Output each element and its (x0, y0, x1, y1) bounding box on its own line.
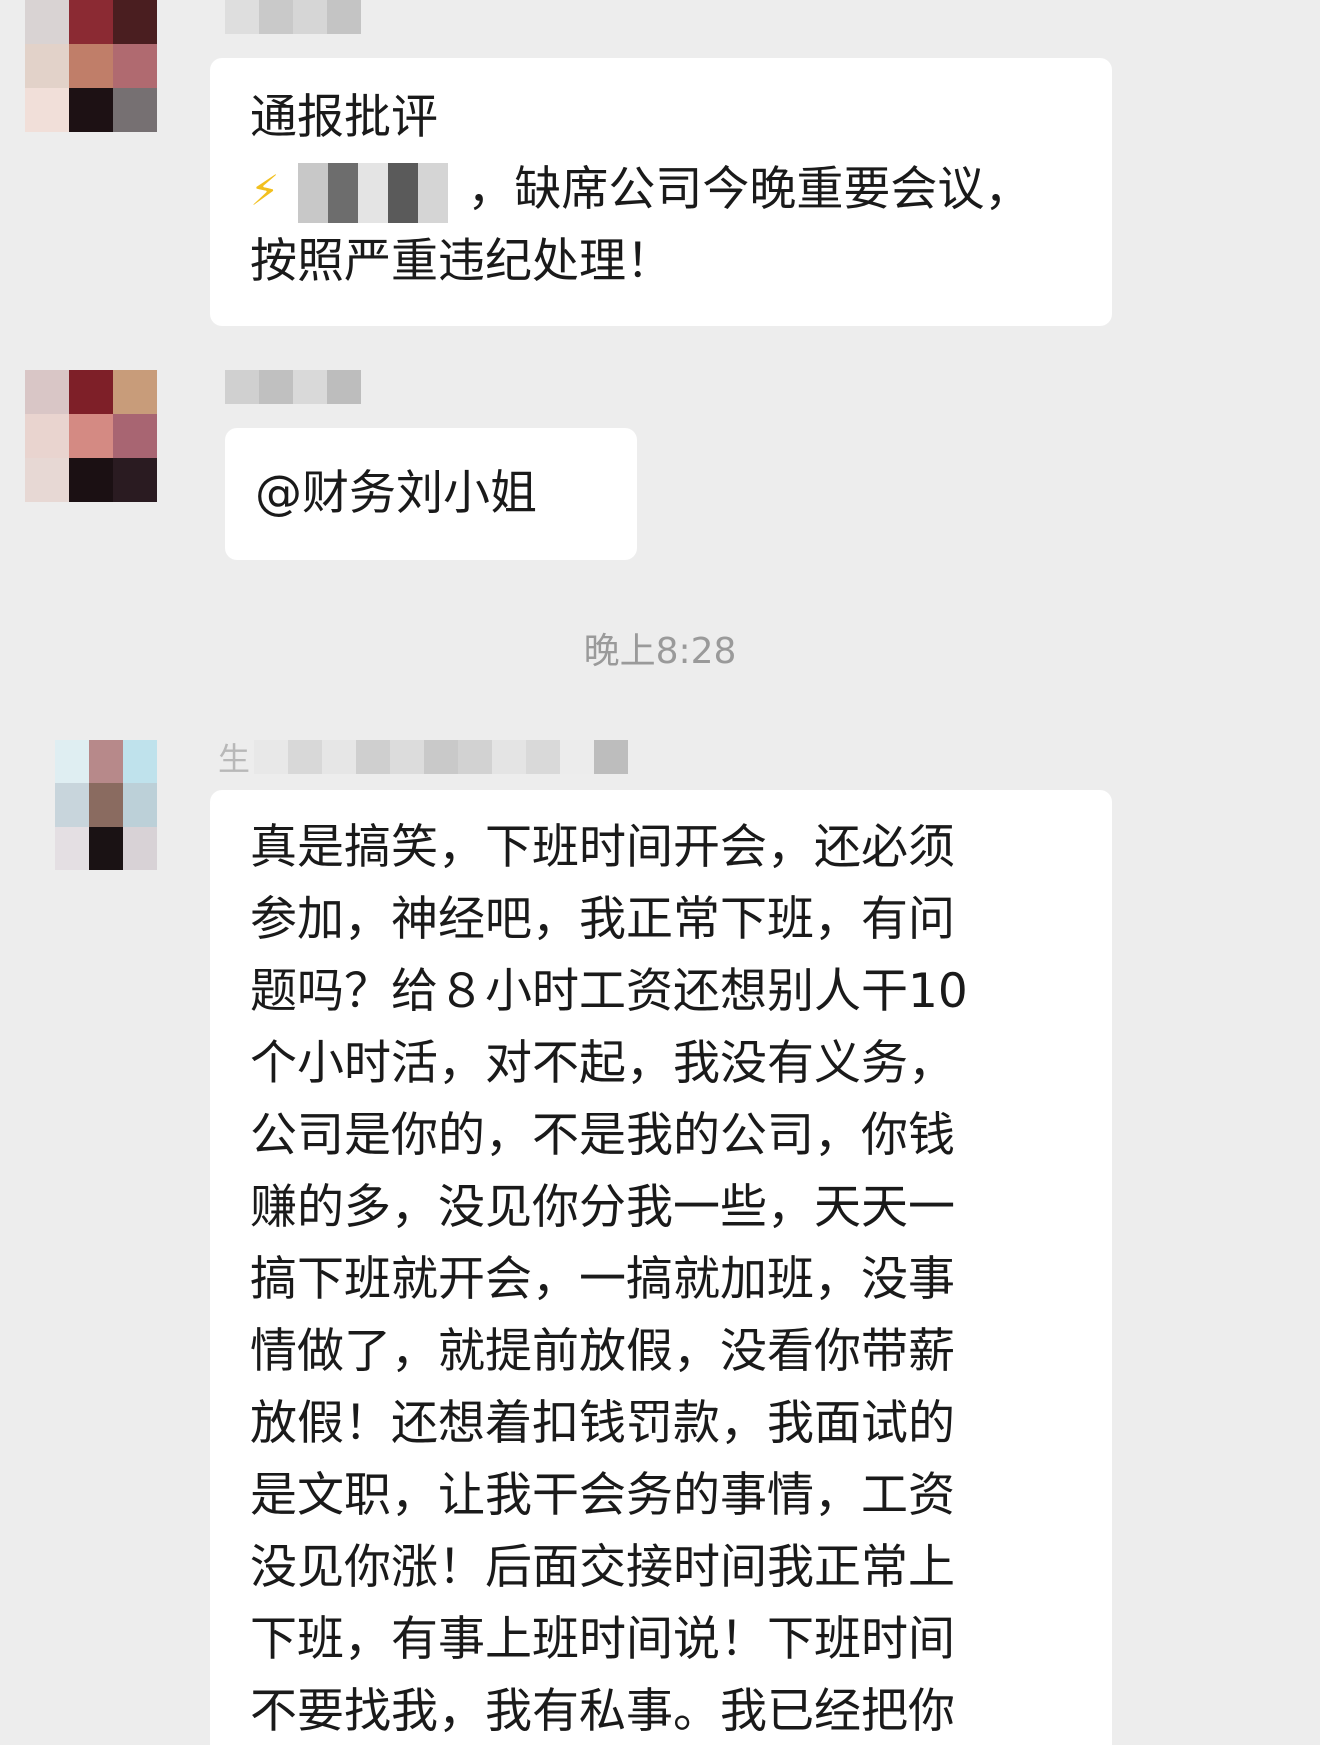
message-bubble[interactable]: @财务刘小姐 (225, 428, 637, 560)
message-line: 参加，神经吧，我正常下班，有问 (250, 892, 955, 947)
timestamp: 晚上8:28 (583, 631, 737, 672)
sender-name-blurred (225, 0, 361, 34)
message-line: 赚的多，没见你分我一些，天天一 (250, 1180, 955, 1235)
avatar[interactable] (55, 740, 157, 870)
sender-name-blurred (225, 370, 361, 404)
sender-name-partial: 生 (218, 740, 251, 778)
message-line: 不要找我，我有私事。我已经把你 (250, 1684, 955, 1739)
redacted-name-mosaic (298, 162, 449, 223)
avatar[interactable] (25, 370, 157, 502)
avatar[interactable] (25, 0, 157, 132)
message-title: 通报批评 (250, 90, 438, 145)
lightning-bolt-icon: ⚡ (250, 166, 280, 215)
message-line: 个小时活，对不起，我没有义务， (250, 1036, 955, 1091)
message-line: ⚡ ，缺席公司今晚重要会议， (250, 158, 1031, 223)
message-line: 搞下班就开会，一搞就加班，没事 (250, 1252, 955, 1307)
message-line: 公司是你的，不是我的公司，你钱 (250, 1108, 955, 1163)
message-line: 放假！还想着扣钱罚款，我面试的 (250, 1396, 955, 1451)
message-text-suffix: ，缺席公司今晚重要会议， (467, 162, 1032, 217)
message-line: 下班，有事上班时间说！下班时间 (250, 1612, 955, 1667)
message-bubble[interactable]: 真是搞笑，下班时间开会，还必须 参加，神经吧，我正常下班，有问 题吗？给８小时工… (210, 790, 1112, 1745)
message-line: 题吗？给８小时工资还想别人干10 (250, 964, 968, 1019)
mention-text[interactable]: @财务刘小姐 (255, 462, 537, 526)
message-line: 情做了，就提前放假，没看你带薪 (250, 1324, 955, 1379)
message-line: 真是搞笑，下班时间开会，还必须 (250, 820, 955, 875)
message-line: 没见你涨！后面交接时间我正常上 (250, 1540, 955, 1595)
chat-window: 通报批评 ⚡ ，缺席公司今晚重要会议， 按照严重违纪处理！ @财务刘小姐 晚上8… (0, 0, 1320, 1745)
sender-name-blurred: 生 (218, 740, 629, 778)
message-bubble[interactable]: 通报批评 ⚡ ，缺席公司今晚重要会议， 按照严重违纪处理！ (210, 58, 1112, 326)
message-line: 是文职，让我干会务的事情，工资 (250, 1468, 955, 1523)
message-line: 按照严重违纪处理！ (250, 234, 673, 289)
